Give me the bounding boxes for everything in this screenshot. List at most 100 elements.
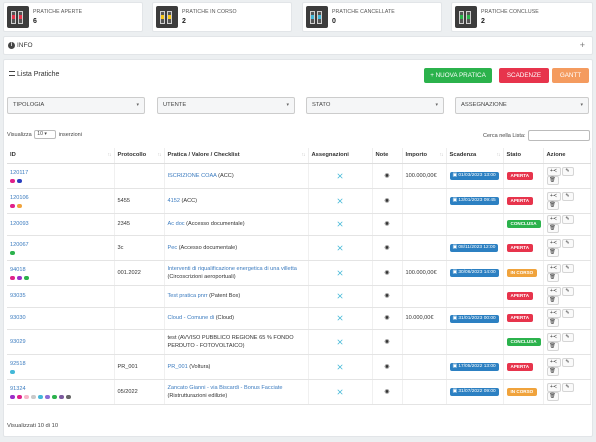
eye-icon[interactable]: ◉ — [384, 293, 389, 299]
pratica-id-link[interactable]: 93029 — [10, 338, 111, 346]
eye-icon[interactable]: ◉ — [384, 389, 389, 395]
new-pratica-button[interactable]: + NUOVA PRATICA — [424, 68, 492, 83]
eye-icon[interactable]: ◉ — [384, 315, 389, 321]
tag-dot[interactable] — [17, 203, 22, 208]
assign-button[interactable]: +≺ — [546, 357, 561, 367]
edit-button[interactable]: ✎ — [561, 357, 574, 367]
assign-button[interactable]: +≺ — [546, 382, 561, 392]
eye-icon[interactable]: ◉ — [384, 364, 389, 370]
pratica-id-link[interactable]: 93035 — [10, 292, 111, 300]
edit-button[interactable]: ✎ — [561, 332, 574, 342]
tag-dot[interactable] — [10, 394, 15, 399]
pratica-link[interactable]: Zancato Gianni - via Biscardi - Bonus Fa… — [168, 385, 283, 391]
share-icon[interactable]: ⨯ — [336, 337, 344, 347]
assign-button[interactable]: +≺ — [546, 263, 561, 273]
delete-button[interactable]: 🗑 — [546, 366, 559, 376]
delete-button[interactable]: 🗑 — [546, 175, 559, 185]
delete-button[interactable]: 🗑 — [546, 272, 559, 282]
pratica-link[interactable]: PR_001 — [168, 364, 188, 370]
tag-dot[interactable] — [17, 394, 22, 399]
share-icon[interactable]: ⨯ — [336, 291, 344, 301]
assign-button[interactable]: +≺ — [546, 287, 561, 296]
expand-icon[interactable]: + — [580, 40, 585, 50]
pratica-id-link[interactable]: 93030 — [10, 314, 111, 322]
pratica-id-link[interactable]: 120117 — [10, 169, 111, 177]
assign-button[interactable]: +≺ — [546, 332, 561, 342]
delete-button[interactable]: 🗑 — [546, 296, 559, 305]
edit-button[interactable]: ✎ — [561, 191, 574, 201]
edit-button[interactable]: ✎ — [561, 309, 574, 318]
edit-button[interactable]: ✎ — [561, 166, 574, 176]
assign-button[interactable]: +≺ — [546, 166, 561, 176]
pratica-link[interactable]: Cloud - Comune di — [168, 315, 215, 321]
tag-dot[interactable] — [59, 394, 64, 399]
eye-icon[interactable]: ◉ — [384, 173, 389, 179]
eye-icon[interactable]: ◉ — [384, 339, 389, 345]
filter-tipologia[interactable]: TIPOLOGIA ▾ — [7, 97, 145, 114]
scadenze-button[interactable]: SCADENZE — [499, 68, 549, 83]
filter-assegnazione[interactable]: ASSEGNAZIONE ▾ — [455, 97, 589, 114]
pratica-link[interactable]: Pec — [168, 245, 178, 251]
tag-dot[interactable] — [66, 394, 71, 399]
col-id[interactable]: ID ↑↓ — [7, 148, 115, 164]
share-icon[interactable]: ⨯ — [336, 171, 344, 181]
tag-dot[interactable] — [10, 203, 15, 208]
delete-button[interactable]: 🗑 — [546, 341, 559, 351]
edit-button[interactable]: ✎ — [561, 382, 574, 392]
share-icon[interactable]: ⨯ — [336, 387, 344, 397]
eye-icon[interactable]: ◉ — [384, 270, 389, 276]
pratica-link[interactable]: Interventi di riqualificazione energetic… — [168, 266, 297, 272]
tag-dot[interactable] — [10, 369, 15, 374]
pratica-link[interactable]: Test pratica pnrr — [168, 293, 208, 299]
edit-button[interactable]: ✎ — [561, 263, 574, 273]
delete-button[interactable]: 🗑 — [546, 391, 559, 401]
assign-button[interactable]: +≺ — [546, 215, 561, 224]
eye-icon[interactable]: ◉ — [384, 198, 389, 204]
assign-button[interactable]: +≺ — [546, 191, 561, 201]
pratica-id-link[interactable]: 92518 — [10, 360, 111, 368]
tag-dot[interactable] — [17, 178, 22, 183]
tag-dot[interactable] — [10, 178, 15, 183]
pratica-link[interactable]: ISCRIZIONE COAA — [168, 173, 217, 179]
filter-stato[interactable]: STATO ▾ — [306, 97, 444, 114]
col-assegnazioni[interactable]: Assegnazioni — [308, 148, 373, 164]
assign-button[interactable]: +≺ — [546, 238, 561, 248]
pratica-id-link[interactable]: 120093 — [10, 220, 111, 228]
edit-button[interactable]: ✎ — [561, 287, 574, 296]
stat-card-in-corso[interactable]: PRATICHE IN CORSO 2 — [152, 2, 292, 32]
delete-button[interactable]: 🗑 — [546, 247, 559, 257]
share-icon[interactable]: ⨯ — [336, 268, 344, 278]
filter-utente[interactable]: UTENTE ▾ — [157, 97, 295, 114]
tag-dot[interactable] — [38, 394, 43, 399]
pratica-link[interactable]: 4152 — [168, 198, 180, 204]
pratica-id-link[interactable]: 120067 — [10, 241, 111, 249]
col-scadenza[interactable]: Scadenza ↑↓ — [446, 148, 504, 164]
pratica-id-link[interactable]: 91324 — [10, 385, 111, 393]
tag-dot[interactable] — [17, 275, 22, 280]
delete-button[interactable]: 🗑 — [546, 224, 559, 233]
tag-dot[interactable] — [24, 275, 29, 280]
col-pratica[interactable]: Pratica / Valore / Checklist ↑↓ — [164, 148, 309, 164]
tag-dot[interactable] — [24, 394, 29, 399]
edit-button[interactable]: ✎ — [561, 215, 574, 224]
eye-icon[interactable]: ◉ — [384, 245, 389, 251]
col-protocollo[interactable]: Protocollo ↑↓ — [114, 148, 165, 164]
tag-dot[interactable] — [31, 394, 36, 399]
share-icon[interactable]: ⨯ — [336, 196, 344, 206]
share-icon[interactable]: ⨯ — [336, 362, 344, 372]
delete-button[interactable]: 🗑 — [546, 318, 559, 327]
stat-card-concluse[interactable]: PRATICHE CONCLUSE 2 — [451, 2, 593, 32]
info-panel-header[interactable]: i INFO + — [3, 36, 593, 55]
share-icon[interactable]: ⨯ — [336, 313, 344, 323]
pratica-link[interactable]: Ac doc — [168, 221, 185, 227]
stat-card-aperte[interactable]: PRATICHE APERTE 6 — [3, 2, 143, 32]
pratica-id-link[interactable]: 94018 — [10, 266, 111, 274]
assign-button[interactable]: +≺ — [546, 309, 561, 318]
col-stato[interactable]: Stato — [503, 148, 544, 164]
tag-dot[interactable] — [52, 394, 57, 399]
tag-dot[interactable] — [10, 275, 15, 280]
stat-card-cancellate[interactable]: PRATICHE CANCELLATE 0 — [302, 2, 442, 32]
col-note[interactable]: Note — [372, 148, 403, 164]
pratica-id-link[interactable]: 120106 — [10, 194, 111, 202]
tag-dot[interactable] — [10, 250, 15, 255]
